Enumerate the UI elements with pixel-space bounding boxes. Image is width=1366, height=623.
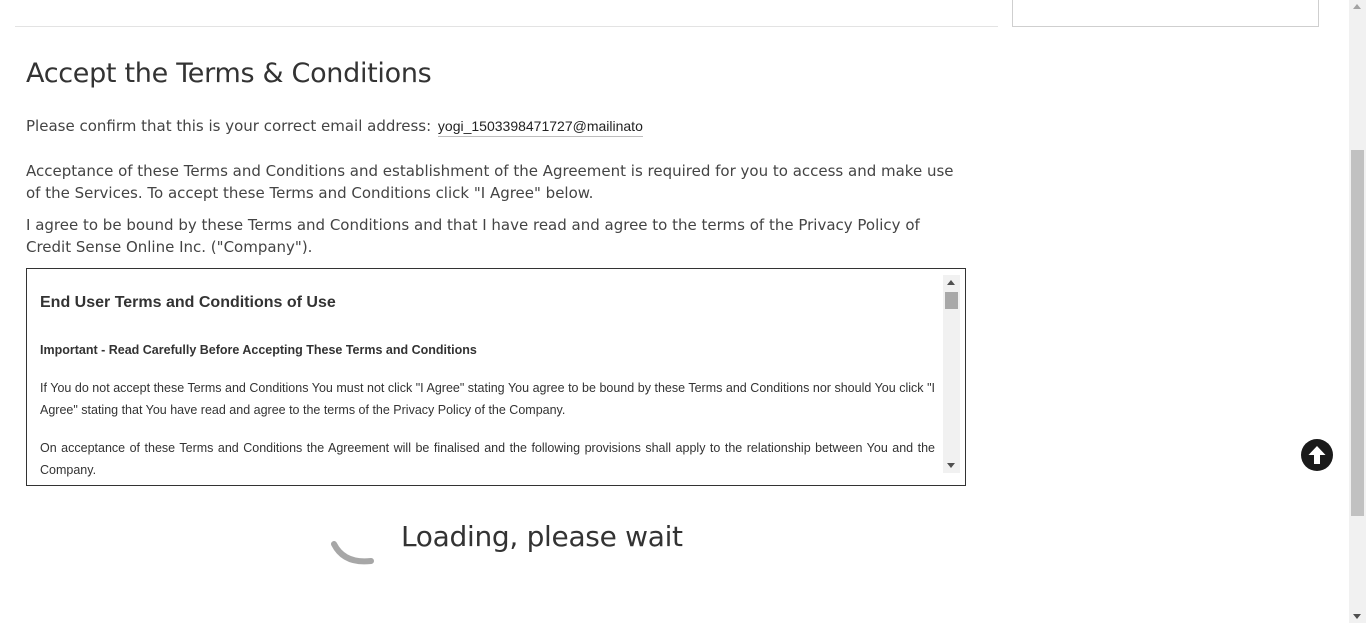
page-title: Accept the Terms & Conditions (26, 58, 432, 89)
terms-scrollbar[interactable] (943, 275, 960, 473)
page-scrollbar-thumb[interactable] (1351, 150, 1364, 516)
arrow-up-circle-icon (1308, 446, 1326, 464)
terms-paragraph: On acceptance of these Terms and Conditi… (40, 441, 935, 477)
terms-heading: End User Terms and Conditions of Use (40, 294, 336, 311)
terms-scroll-box[interactable]: End User Terms and Conditions of Use Imp… (26, 268, 966, 486)
scroll-down-arrow-icon[interactable] (947, 463, 955, 468)
terms-scrollbar-thumb[interactable] (945, 292, 958, 309)
divider (15, 26, 998, 27)
spinner-icon (331, 541, 374, 565)
email-confirm-row: Please confirm that this is your correct… (26, 117, 643, 137)
loading-indicator: Loading, please wait (330, 520, 730, 575)
page-scrollbar[interactable] (1349, 0, 1366, 623)
terms-paragraph: If You do not accept these Terms and Con… (40, 381, 935, 417)
scroll-up-arrow-icon[interactable] (947, 280, 955, 285)
agreement-paragraph: I agree to be bound by these Terms and C… (26, 216, 920, 256)
sidebar-panel (1012, 0, 1319, 27)
page: Accept the Terms & Conditions Please con… (0, 0, 1366, 623)
terms-subheading: Important - Read Carefully Before Accept… (40, 343, 477, 357)
loading-text: Loading, please wait (401, 520, 683, 553)
scroll-down-arrow-icon[interactable] (1353, 614, 1361, 619)
scroll-to-top-button[interactable] (1301, 439, 1333, 471)
email-field[interactable] (437, 118, 643, 137)
acceptance-paragraph: Acceptance of these Terms and Conditions… (26, 162, 954, 202)
email-confirm-label: Please confirm that this is your correct… (26, 117, 432, 135)
scroll-up-arrow-icon[interactable] (1353, 4, 1361, 9)
